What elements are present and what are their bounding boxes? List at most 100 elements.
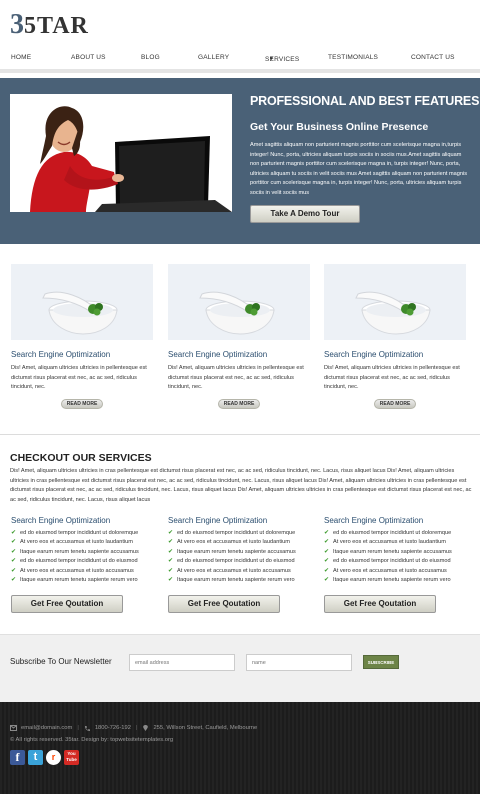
checkmark-icon: ✔ xyxy=(168,558,174,565)
site-footer: email@domain.com | 1800-726-192 | 255, W… xyxy=(0,702,480,794)
services-description: Dis! Amet, aliquam ultricies ultricies i… xyxy=(10,468,472,503)
list-item: ✔ ed do eiusmod tempor incididunt ut do e… xyxy=(324,558,451,565)
subscribe-button[interactable]: SUBSCRIBE xyxy=(363,655,399,669)
facebook-icon[interactable]: f xyxy=(10,750,25,765)
nav-divider xyxy=(0,69,480,73)
checkmark-icon: ✔ xyxy=(324,530,330,536)
list-item: ✔ ed do eiusmod tempor incididunt ut do e… xyxy=(11,558,138,565)
feature-title[interactable]: Search Engine Optimization xyxy=(11,350,153,359)
hero-subtitle: Get Your Business Online Presence xyxy=(250,121,429,133)
list-item: ✔ At vero eos et accusamus et iusto lauda… xyxy=(324,539,446,546)
hero-text: Amet sagittis aliquam non parturient mag… xyxy=(250,142,468,196)
checkmark-icon: ✔ xyxy=(11,530,17,536)
contact-email[interactable]: email@domain.com xyxy=(21,725,72,731)
list-item: ✔ At vero eos et accusamus et iusto lauda… xyxy=(168,539,290,546)
list-item: ✔ At vero eos et accusamus et iusto accus… xyxy=(324,567,447,574)
woman-laptop-illustration xyxy=(10,94,232,212)
service-list: ✔ ed do eiusmod tempor incididunt ut dolo… xyxy=(168,529,310,585)
list-item: ✔ At vero eos et accusamus et iusto accus… xyxy=(11,567,134,574)
list-item: ✔ Itaque earum rerum tenetu sapiente accu… xyxy=(324,548,452,555)
nav-gallery[interactable]: GALLERY xyxy=(198,54,229,61)
checkmark-icon: ✔ xyxy=(168,539,174,546)
read-more-button[interactable]: READ MORE xyxy=(374,398,416,409)
list-item: ✔ At vero eos et accusamus et iusto accus… xyxy=(168,567,291,574)
feature-text: Dis! Amet, aliquam ultricies ultricies i… xyxy=(168,365,304,391)
site-logo[interactable]: 3 5TAR xyxy=(10,9,89,40)
checkmark-icon: ✔ xyxy=(11,539,17,546)
phone-icon xyxy=(84,726,90,731)
feature-card: Search Engine Optimization Dis! Amet, al… xyxy=(11,264,153,409)
checkmark-icon: ✔ xyxy=(168,567,174,574)
feature-text: Dis! Amet, aliquam ultricies ultricies i… xyxy=(324,365,460,391)
page-bottom xyxy=(0,794,480,800)
list-item: ✔ ed do eiusmod tempor incididunt ut do e… xyxy=(168,558,295,565)
services-title: CHECKOUT OUR SERVICES xyxy=(10,452,152,464)
checkmark-icon: ✔ xyxy=(168,577,174,584)
free-quotation-button[interactable]: Get Free Qoutation xyxy=(324,595,436,613)
list-item: ✔ At vero eos et accusamus et iusto lauda… xyxy=(11,539,133,546)
checkmark-icon: ✔ xyxy=(11,558,17,565)
logo-number: 3 xyxy=(10,9,24,40)
free-quotation-button[interactable]: Get Free Qoutation xyxy=(11,595,123,613)
service-title[interactable]: Search Engine Optimization xyxy=(324,516,466,525)
twitter-icon[interactable]: t xyxy=(28,750,43,765)
main-nav: HOME ABOUT US BLOG GALLERY SERVICES ▼ TES… xyxy=(0,52,480,68)
nav-about-us[interactable]: ABOUT US xyxy=(71,54,106,61)
feature-title[interactable]: Search Engine Optimization xyxy=(324,350,466,359)
checkmark-icon: ✔ xyxy=(324,567,330,574)
read-more-button[interactable]: READ MORE xyxy=(218,398,260,409)
divider: | xyxy=(77,725,79,731)
contact-address: 255, Willson Street, Caufield, Melbourne xyxy=(153,725,258,731)
service-list: ✔ ed do eiusmod tempor incididunt ut dolo… xyxy=(11,529,153,585)
checkmark-icon: ✔ xyxy=(168,530,174,536)
free-quotation-button[interactable]: Get Free Qoutation xyxy=(168,595,280,613)
location-pin-icon xyxy=(143,725,149,731)
mail-icon xyxy=(10,725,17,731)
feature-title[interactable]: Search Engine Optimization xyxy=(168,350,310,359)
checkmark-icon: ✔ xyxy=(11,548,17,555)
service-column: Search Engine Optimization ✔ ed do eiusmo… xyxy=(11,516,153,585)
checkmark-icon: ✔ xyxy=(168,548,174,555)
nav-home[interactable]: HOME xyxy=(11,54,31,61)
service-title[interactable]: Search Engine Optimization xyxy=(11,516,153,525)
list-item: ✔ Itaque earum rerum tenetu sapiente reru… xyxy=(168,577,295,584)
list-item: ✔ ed do eiusmod tempor incididunt ut dolo… xyxy=(168,530,296,536)
feature-card: Search Engine Optimization Dis! Amet, al… xyxy=(168,264,310,409)
checkmark-icon: ✔ xyxy=(324,558,330,565)
social-links: f t r You Tube xyxy=(10,750,79,765)
list-item: ✔ Itaque earum rerum tenetu sapiente accu… xyxy=(11,548,139,555)
checkmark-icon: ✔ xyxy=(324,539,330,546)
nav-contact-us[interactable]: CONTACT US xyxy=(411,54,455,61)
read-more-button[interactable]: READ MORE xyxy=(61,398,103,409)
newsletter-title: Subscribe To Our Newsletter xyxy=(10,657,112,666)
service-column: Search Engine Optimization ✔ ed do eiusmo… xyxy=(324,516,466,585)
service-column: Search Engine Optimization ✔ ed do eiusmo… xyxy=(168,516,310,585)
list-item: ✔ ed do eiusmod tempor incididunt ut dolo… xyxy=(11,530,139,536)
newsletter-section: Subscribe To Our Newsletter SUBSCRIBE xyxy=(0,634,480,702)
service-list: ✔ ed do eiusmod tempor incididunt ut dolo… xyxy=(324,529,466,585)
name-field[interactable] xyxy=(246,654,352,671)
checkmark-icon: ✔ xyxy=(324,577,330,584)
contact-phone: 1800-726-192 xyxy=(94,725,131,731)
hero-title: PROFESSIONAL AND BEST FEATURES xyxy=(250,94,480,108)
list-item: ✔ Itaque earum rerum tenetu sapiente reru… xyxy=(11,577,138,584)
list-item: ✔ Itaque earum rerum tenetu sapiente accu… xyxy=(168,548,296,555)
demo-tour-button[interactable]: Take A Demo Tour xyxy=(250,205,360,223)
checkmark-icon: ✔ xyxy=(11,567,17,574)
list-item: ✔ Itaque earum rerum tenetu sapiente reru… xyxy=(324,577,451,584)
mortar-pestle-image xyxy=(324,264,466,340)
mortar-pestle-image xyxy=(11,264,153,340)
chevron-down-icon: ▼ xyxy=(269,56,275,62)
nav-blog[interactable]: BLOG xyxy=(141,54,160,61)
hero-banner: PROFESSIONAL AND BEST FEATURES Get Your … xyxy=(0,78,480,244)
checkmark-icon: ✔ xyxy=(324,548,330,555)
logo-name: 5TAR xyxy=(24,13,89,39)
youtube-icon[interactable]: You Tube xyxy=(64,750,79,765)
mortar-pestle-image xyxy=(168,264,310,340)
feature-text: Dis! Amet, aliquam ultricies ultricies i… xyxy=(11,365,147,391)
nav-testimonials[interactable]: TESTIMONIALS xyxy=(328,54,378,61)
contact-info: email@domain.com | 1800-726-192 | 255, W… xyxy=(10,725,257,731)
service-title[interactable]: Search Engine Optimization xyxy=(168,516,310,525)
email-field[interactable] xyxy=(129,654,235,671)
reddit-icon[interactable]: r xyxy=(46,750,61,765)
